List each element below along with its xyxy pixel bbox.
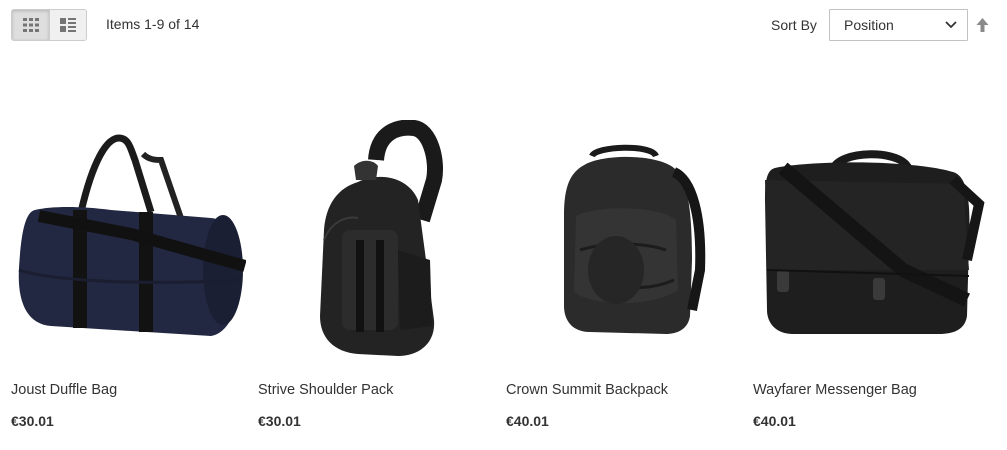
product-price: €30.01 — [258, 413, 301, 429]
product-price: €40.01 — [753, 413, 796, 429]
product-item: Wayfarer Messenger Bag €40.01 — [753, 52, 988, 450]
product-name[interactable]: Strive Shoulder Pack — [258, 382, 393, 398]
sort-by-select[interactable]: Position — [829, 9, 968, 41]
messenger-bag-image[interactable] — [753, 100, 988, 380]
product-price: €40.01 — [506, 413, 549, 429]
shoulder-pack-image[interactable] — [258, 100, 493, 380]
product-name[interactable]: Wayfarer Messenger Bag — [753, 382, 917, 398]
toolbar-amount: Items 1-9 of 14 — [106, 16, 200, 32]
product-price: €30.01 — [11, 413, 54, 429]
arrow-up-icon[interactable] — [976, 17, 989, 33]
sort-by-label: Sort By — [771, 17, 817, 33]
product-name[interactable]: Joust Duffle Bag — [11, 382, 117, 398]
view-mode-switcher — [11, 9, 87, 41]
products-toolbar: Items 1-9 of 14 Sort By Position — [0, 0, 1007, 52]
grid-view-button[interactable] — [12, 10, 49, 40]
chevron-down-icon — [945, 21, 957, 29]
product-item: Crown Summit Backpack €40.01 — [506, 52, 741, 450]
list-icon — [60, 18, 76, 32]
duffle-bag-image[interactable] — [11, 100, 246, 380]
backpack-image[interactable] — [506, 100, 741, 380]
grid-icon — [22, 18, 39, 32]
list-view-button[interactable] — [49, 10, 86, 40]
product-item: Strive Shoulder Pack €30.01 — [258, 52, 493, 450]
sort-by-value: Position — [844, 17, 894, 33]
product-item: Joust Duffle Bag €30.01 — [11, 52, 246, 450]
product-grid: Joust Duffle Bag €30.01 Strive Shoulder … — [0, 52, 1007, 450]
product-name[interactable]: Crown Summit Backpack — [506, 382, 668, 398]
